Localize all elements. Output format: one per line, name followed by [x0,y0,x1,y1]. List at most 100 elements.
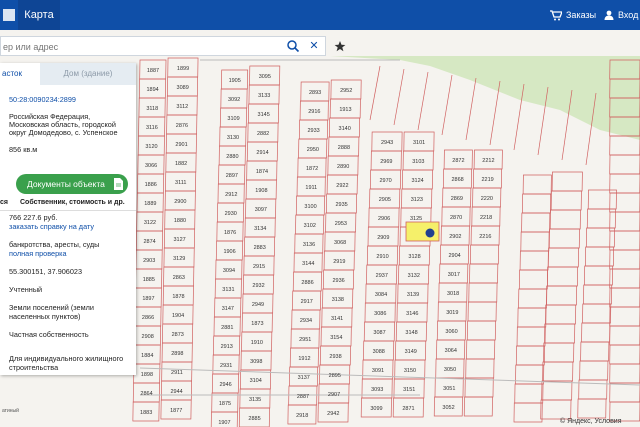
street-label: атиный [2,407,19,414]
subheader-left: ся [0,199,8,206]
parcel-number: 2901 [175,142,187,148]
cadastral-number[interactable]: 50:28:0090234:2899 [9,95,76,104]
parcel-number: 1872 [306,166,318,172]
parcel-number: 3104 [250,378,262,384]
parcel-number: 1907 [218,420,230,426]
parcel-number: 3134 [254,226,266,232]
parcel-number: 3087 [373,330,385,336]
order-certificate-link[interactable]: заказать справку на дату [9,222,94,231]
orders-button[interactable]: Заказы [550,0,596,30]
parcel-number: 3125 [410,216,422,222]
parcel-number: 3093 [371,387,383,393]
tab-building[interactable]: Дом (здание) [40,63,136,85]
subheader-right[interactable]: Собственник, стоимость и др. [20,196,125,210]
parcel-number: 2911 [171,370,183,376]
parcel-number: 1887 [147,68,159,74]
tab-parcel[interactable]: асток [0,63,40,85]
parcel-number: 3149 [405,349,417,355]
parcel-number: 3118 [146,106,158,112]
parcel-number: 1874 [256,169,268,175]
parcel-number: 2869 [451,196,463,202]
coordinates: 55.300151, 37.906023 [9,267,83,276]
parcel-number: 2220 [481,196,493,202]
parcel-number: 2970 [379,178,391,184]
parcel-number: 3137 [298,375,310,381]
parcel-number: 2907 [328,392,340,398]
parcel-number: 1875 [219,401,231,407]
land-category-line-2: населенных пунктов) [9,312,81,321]
parcel-number: 2938 [329,354,341,360]
parcel-number: 2946 [219,382,231,388]
parcel-number: 2880 [226,154,238,160]
parcel-number: 3019 [446,310,458,316]
map-attribution[interactable]: © Яндекс, Условия [560,418,622,425]
parcel-number: 3052 [442,405,454,411]
parcel-number: 2883 [254,245,266,251]
parcel-number: 2910 [376,254,388,260]
full-check-link[interactable]: полная проверка [9,249,67,258]
tab-map[interactable]: Карта [18,0,60,30]
checks-label: банкротства, аресты, суды [9,240,100,249]
parcel-number: 3150 [404,368,416,374]
parcel-number: 3116 [146,125,158,131]
parcel-number: 2934 [300,318,312,324]
parcel-number: 3154 [330,335,342,341]
parcel-number: 1897 [142,296,154,302]
cadastral-price: 766 227.6 руб. [9,213,58,222]
parcel-number: 2932 [252,283,264,289]
parcel-number: 2874 [143,239,155,245]
parcel-number: 2898 [171,351,183,357]
parcel-number: 2888 [338,145,350,151]
permitted-use-line-1: Для индивидуального жилищного [9,354,124,363]
parcel-number: 3136 [303,242,315,248]
documents-button-label: Документы объекта [27,179,105,189]
parcel-number: 3018 [447,291,459,297]
parcel-number: 3068 [334,240,346,246]
parcel-number: 3123 [411,197,423,203]
parcel-number: 1904 [172,313,184,319]
parcel-number: 3122 [144,220,156,226]
parcel-number: 1882 [175,161,187,167]
parcel-number: 2944 [170,389,182,395]
parcel-number: 2912 [225,192,237,198]
parcel-number: 2906 [378,216,390,222]
permitted-use-line-2: строительства [9,363,59,372]
parcel-number: 3089 [177,85,189,91]
parcel-number: 1905 [229,78,241,84]
parcel-number: 2881 [221,325,233,331]
parcel-number: 2922 [336,183,348,189]
parcel-number: 1912 [298,356,310,362]
login-button[interactable]: Вход [604,0,638,30]
parcel-number: 2930 [225,211,237,217]
parcel-number: 2949 [252,302,264,308]
parcel-number: 2868 [452,177,464,183]
parcel-number: 2931 [220,363,232,369]
favorite-star-icon[interactable] [330,36,350,56]
clear-icon[interactable]: ✕ [307,39,321,53]
logo-icon[interactable] [0,0,18,30]
orders-label: Заказы [566,10,597,20]
search-input[interactable] [1,37,285,57]
location-marker[interactable] [425,228,435,238]
parcel-number: 2919 [333,259,345,265]
parcel-number: 1885 [143,277,155,283]
parcel-number: 2876 [176,123,188,129]
parcel-area: 856 кв.м [9,145,38,154]
parcel-number: 3094 [223,268,235,274]
parcel-number: 3140 [339,126,351,132]
parcel-number: 2909 [377,235,389,241]
documents-button[interactable]: Документы объекта [16,174,128,194]
parcel-number: 3148 [405,330,417,336]
parcel-number: 3147 [222,306,234,312]
parcel-number: 2942 [327,411,339,417]
parcel-number: 2937 [376,273,388,279]
parcel-number: 1878 [172,294,184,300]
parcel-number: 2913 [221,344,233,350]
parcel-number: 2212 [482,158,494,164]
parcel-number: 3131 [222,287,234,293]
object-info-panel: асток Дом (здание) 50:28:0090234:2899 Ро… [0,63,136,375]
parcel-number: 3151 [403,387,415,393]
search-icon[interactable] [286,39,300,53]
parcel-number: 3112 [176,104,188,110]
cart-icon [550,9,562,20]
